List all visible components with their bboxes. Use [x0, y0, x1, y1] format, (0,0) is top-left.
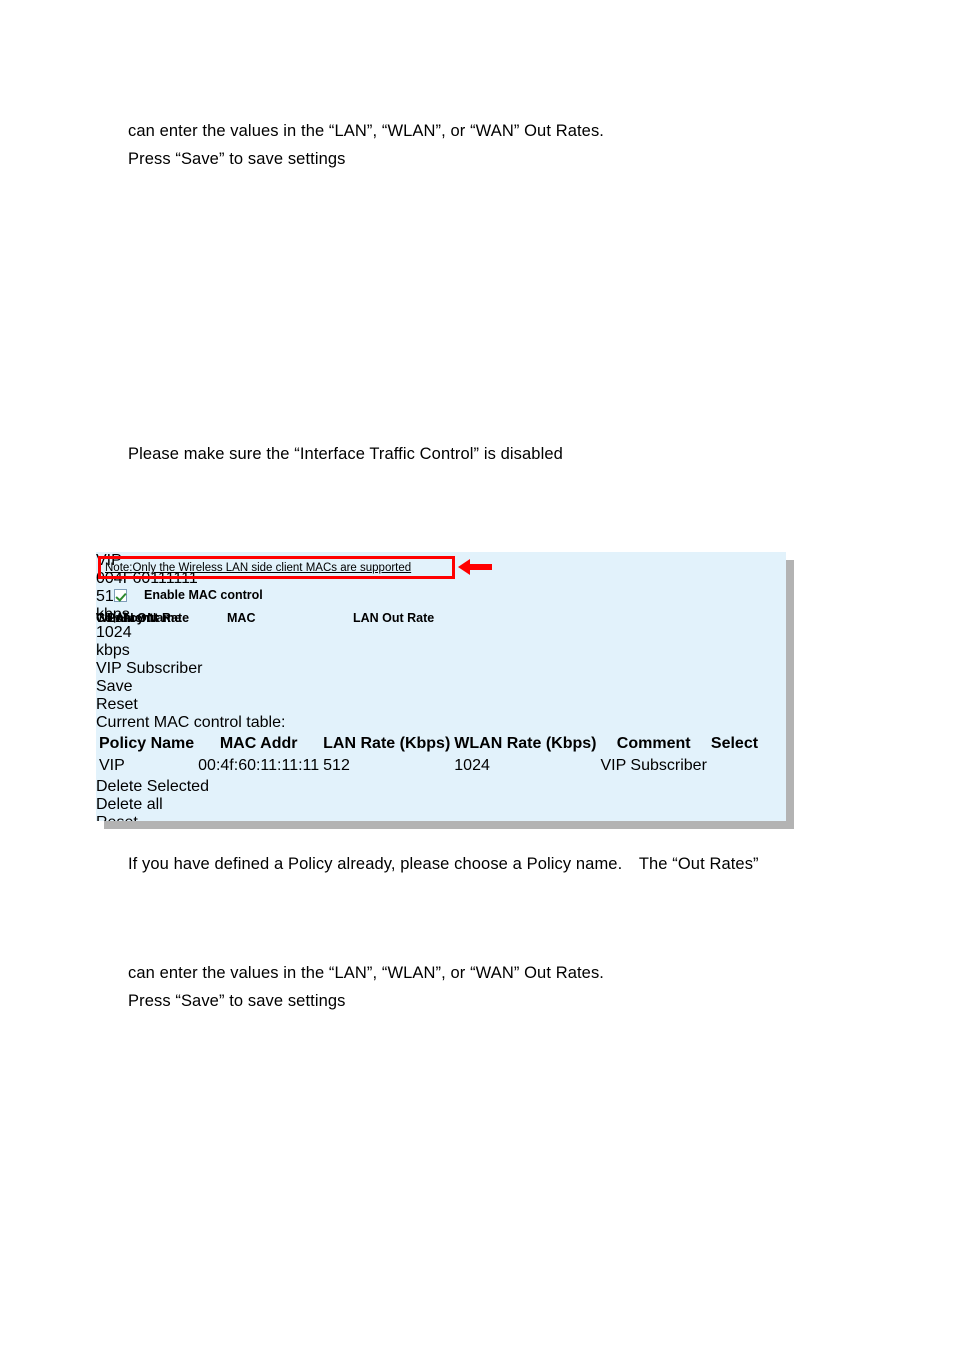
header-mac: MAC	[227, 611, 256, 625]
cell-comment: VIP Subscriber	[600, 757, 707, 774]
enable-mac-control-row[interactable]: Enable MAC control	[114, 588, 263, 602]
reset-table-button[interactable]: Reset	[96, 814, 786, 821]
note-text: Note:Only the Wireless LAN side client M…	[105, 562, 412, 574]
enable-mac-control-label: Enable MAC control	[144, 588, 263, 602]
paragraph-policy-note: If you have defined a Policy already, pl…	[128, 855, 759, 873]
paragraph-top-line1: can enter the values in the “LAN”, “WLAN…	[128, 122, 604, 140]
mac-control-panel: Note:Only the Wireless LAN side client M…	[96, 552, 786, 821]
table-header-row: Policy Name MAC Addr LAN Rate (Kbps) WLA…	[98, 734, 759, 754]
comment-input[interactable]: VIP Subscriber	[96, 660, 786, 678]
cell-lan-rate: 512	[323, 757, 350, 774]
enable-mac-control-checkbox[interactable]	[114, 588, 127, 602]
paragraph-bottom-line2: Press “Save” to save settings	[128, 992, 346, 1010]
column-header-policy-name: Policy Name	[99, 735, 195, 752]
cell-wlan-rate: 1024	[454, 757, 490, 774]
column-header-wlan-rate: WLAN Rate (Kbps)	[454, 735, 597, 752]
current-table-caption: Current MAC control table:	[96, 714, 286, 731]
current-mac-control-table: Policy Name MAC Addr LAN Rate (Kbps) WLA…	[96, 732, 761, 778]
delete-selected-button[interactable]: Delete Selected	[96, 778, 786, 796]
paragraph-top-line2: Press “Save” to save settings	[128, 150, 346, 168]
header-comment: Comment	[96, 611, 154, 625]
column-header-comment: Comment	[616, 735, 691, 752]
cell-policy-name: VIP	[99, 757, 125, 774]
paragraph-bottom: can enter the values in the “LAN”, “WLAN…	[128, 959, 604, 1015]
wlan-rate-unit-label: kbps	[96, 642, 130, 659]
paragraph-bottom-line1: can enter the values in the “LAN”, “WLAN…	[128, 964, 604, 982]
save-button[interactable]: Save	[96, 678, 786, 696]
column-header-select: Select	[710, 735, 759, 752]
cell-select	[710, 756, 759, 776]
column-header-lan-rate: LAN Rate (Kbps)	[323, 735, 451, 752]
header-lan-out-rate: LAN Out Rate	[353, 611, 435, 625]
paragraph-interface-traffic-control: Please make sure the “Interface Traffic …	[128, 445, 563, 463]
table-row: VIP 00:4f:60:11:11:11 512 1024 VIP Subsc…	[98, 756, 759, 776]
delete-all-button[interactable]: Delete all	[96, 796, 786, 814]
mac-control-screenshot: Note:Only the Wireless LAN side client M…	[96, 552, 794, 829]
wlan-out-rate-input[interactable]: 1024	[96, 624, 786, 642]
red-arrow-annotation-icon	[458, 559, 492, 575]
comment-input-value: VIP Subscriber	[96, 660, 203, 677]
cell-mac-addr: 00:4f:60:11:11:11	[198, 757, 320, 774]
column-header-mac-addr: MAC Addr	[219, 735, 298, 752]
paragraph-top: can enter the values in the “LAN”, “WLAN…	[128, 117, 604, 173]
wlan-out-rate-input-value: 1024	[96, 624, 132, 641]
reset-form-button[interactable]: Reset	[96, 696, 786, 714]
